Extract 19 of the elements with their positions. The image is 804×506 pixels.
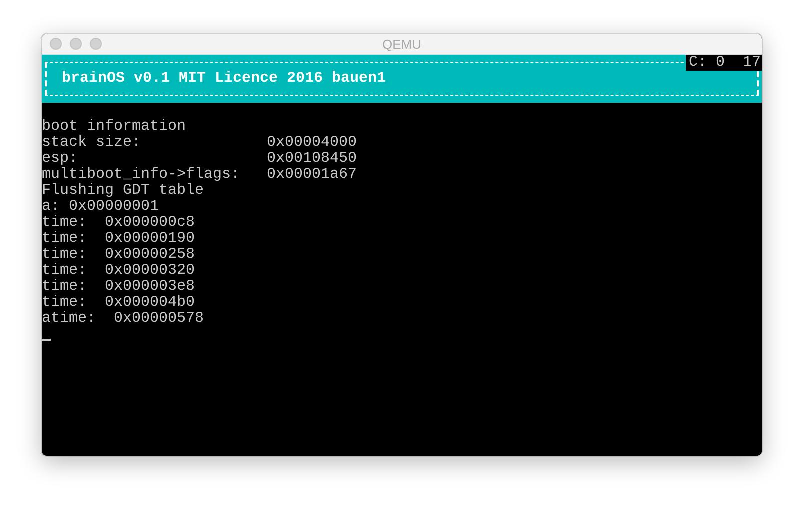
banner-title: brainOS v0.1 MIT Licence 2016 bauen1 bbox=[61, 71, 386, 87]
console-line: Flushing GDT table bbox=[42, 183, 204, 199]
console-line: time: 0x00000258 bbox=[42, 247, 196, 263]
console-line: boot information bbox=[42, 119, 186, 135]
console-line: a: 0x00000001 bbox=[42, 199, 160, 215]
console-line: time: 0x000000c8 bbox=[42, 215, 196, 231]
console-line: time: 0x00000320 bbox=[42, 263, 196, 279]
close-button[interactable] bbox=[50, 38, 62, 50]
console-line: esp: 0x00108450 bbox=[42, 151, 358, 167]
console-line: time: 0x000004b0 bbox=[42, 295, 196, 311]
window-title: QEMU bbox=[382, 36, 422, 52]
console-line: time: 0x00000190 bbox=[42, 231, 196, 247]
minimize-button[interactable] bbox=[70, 38, 82, 50]
console-line: time: 0x000003e8 bbox=[42, 279, 196, 295]
status-indicator: C: 0 17 bbox=[686, 55, 762, 71]
zoom-button[interactable] bbox=[90, 38, 102, 50]
console-line: multiboot_info->flags: 0x00001a67 bbox=[42, 167, 358, 183]
console-line: stack size: 0x00004000 bbox=[42, 135, 358, 151]
console-line: atime: 0x00000578 bbox=[42, 311, 204, 327]
